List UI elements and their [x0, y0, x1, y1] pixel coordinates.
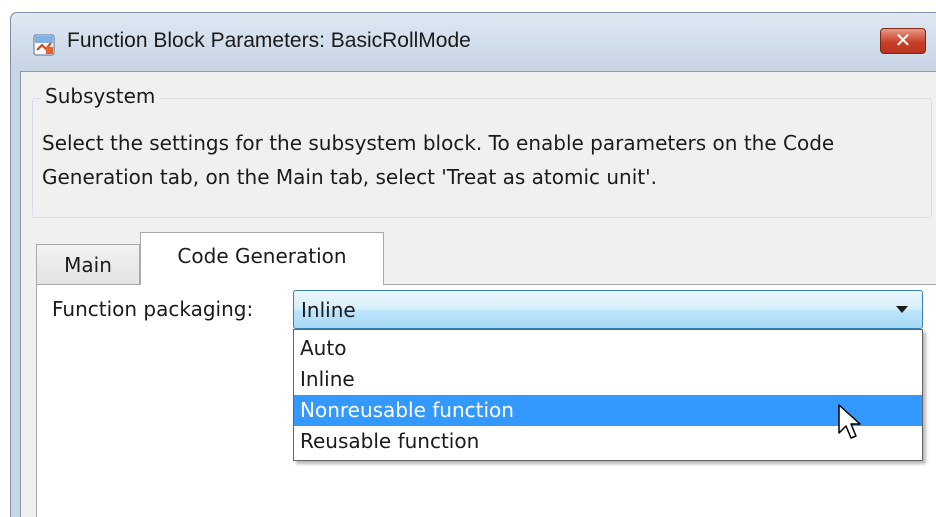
function-packaging-dropdown-list: Auto Inline Nonreusable function Reusabl… — [293, 329, 923, 461]
close-button[interactable]: ✕ — [880, 28, 926, 54]
function-packaging-value: Inline — [301, 298, 356, 322]
title-bar[interactable]: Function Block Parameters: BasicRollMode… — [11, 13, 936, 71]
function-packaging-label: Function packaging: — [52, 297, 254, 321]
dropdown-option-reusable-function[interactable]: Reusable function — [294, 426, 922, 457]
tab-main[interactable]: Main — [36, 244, 140, 284]
tab-code-generation[interactable]: Code Generation — [140, 232, 384, 285]
simulink-block-icon — [33, 34, 55, 56]
groupbox-label: Subsystem — [41, 84, 160, 108]
groupbox-description: Select the settings for the subsystem bl… — [42, 131, 835, 189]
function-packaging-select[interactable]: Inline — [293, 290, 923, 329]
dropdown-option-inline[interactable]: Inline — [294, 364, 922, 395]
mouse-pointer-icon — [838, 404, 861, 439]
dropdown-option-auto[interactable]: Auto — [294, 333, 922, 364]
chevron-down-icon[interactable] — [896, 306, 908, 313]
window-title: Function Block Parameters: BasicRollMode — [67, 29, 471, 52]
dropdown-option-nonreusable-function[interactable]: Nonreusable function — [294, 395, 922, 426]
close-icon: ✕ — [894, 28, 912, 52]
dialog-window: Function Block Parameters: BasicRollMode… — [10, 12, 936, 517]
